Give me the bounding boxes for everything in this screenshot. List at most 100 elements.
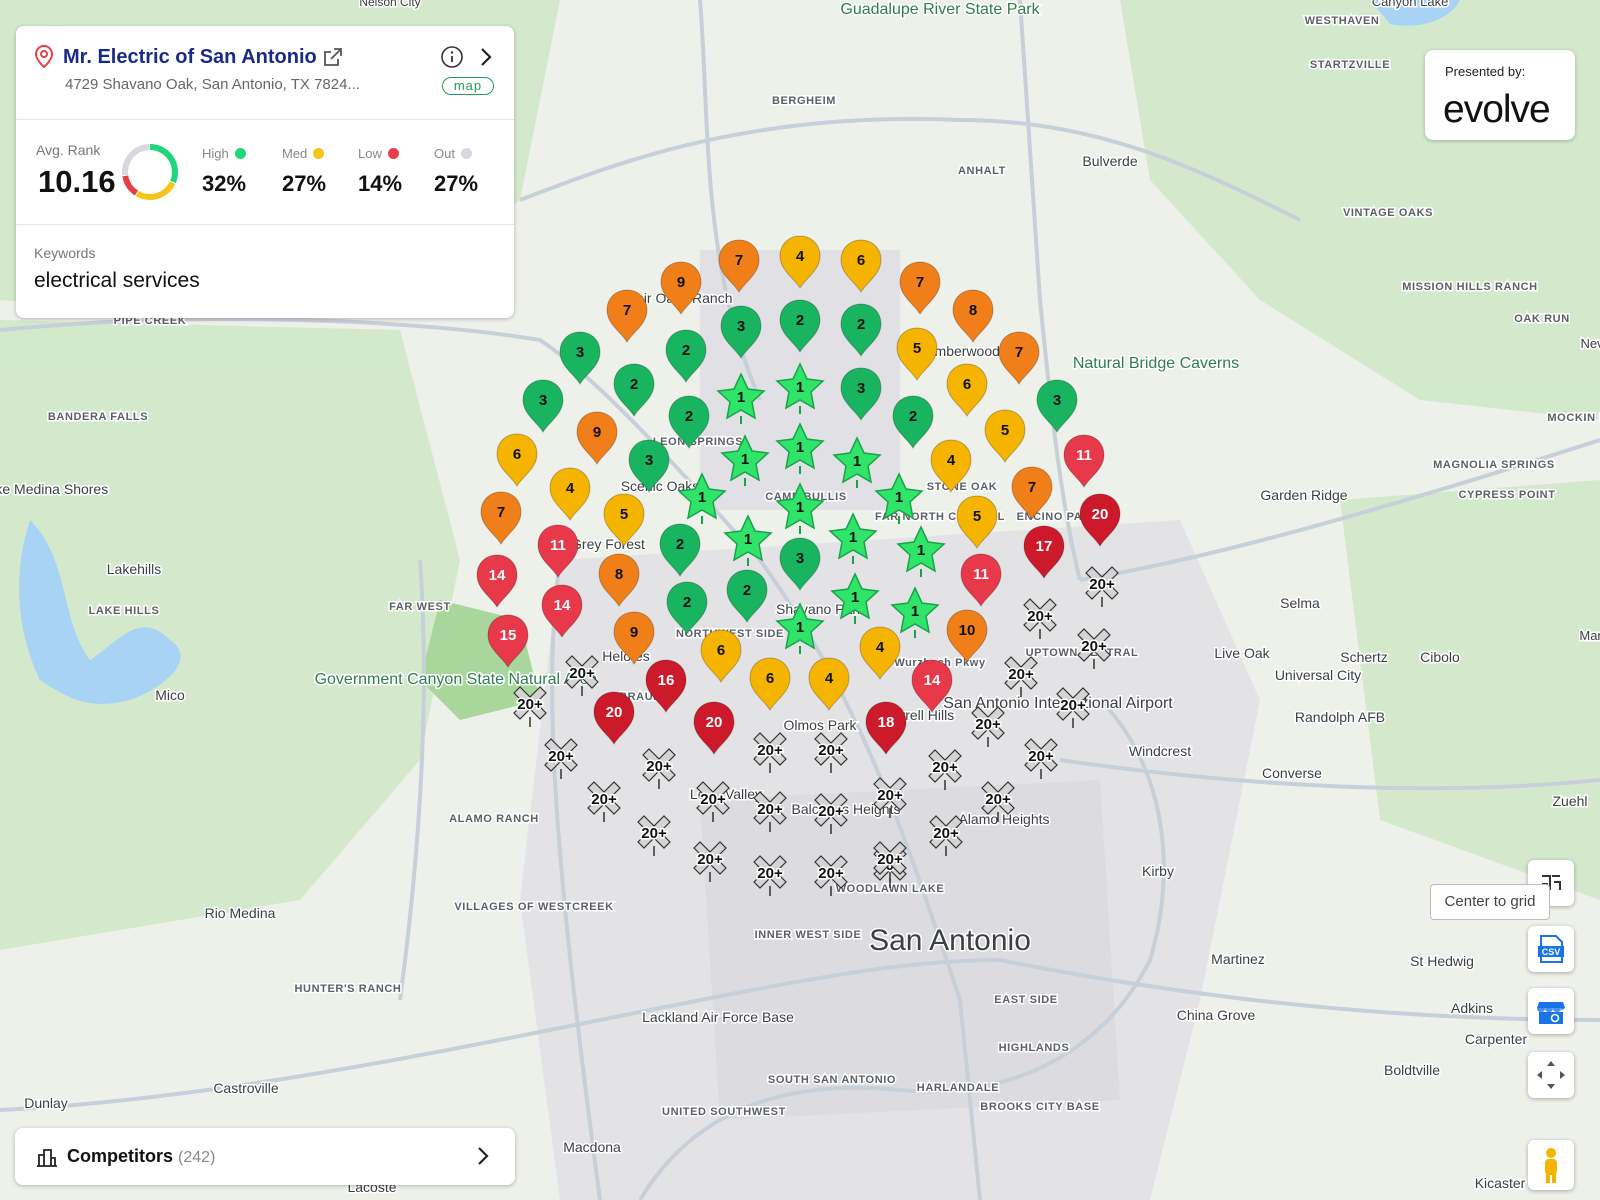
external-link-icon[interactable]	[322, 46, 344, 68]
sponsor-card[interactable]: Presented by: evolve	[1425, 50, 1575, 140]
rank-marker[interactable]: 2	[779, 299, 821, 353]
rank-marker[interactable]: 2	[613, 363, 655, 417]
rank-marker[interactable]: 20+	[1004, 656, 1038, 697]
rank-marker[interactable]: 1	[775, 422, 825, 474]
rank-marker[interactable]: 3	[522, 379, 564, 433]
rank-marker[interactable]: 20+	[1023, 598, 1057, 639]
rank-marker[interactable]: 20+	[814, 855, 848, 896]
rank-marker[interactable]: 20+	[587, 781, 621, 822]
rank-marker[interactable]: 5	[956, 495, 998, 549]
rank-marker[interactable]: 3	[1036, 379, 1078, 433]
rank-marker[interactable]: 7	[718, 239, 760, 293]
rank-marker[interactable]: 15	[487, 614, 529, 668]
rank-marker[interactable]: 11	[1063, 434, 1105, 488]
rank-marker[interactable]: 9	[660, 261, 702, 315]
rank-marker[interactable]: 20+	[696, 781, 730, 822]
rank-marker[interactable]: 20+	[814, 793, 848, 834]
competitors-bar[interactable]: Competitors (242)	[15, 1128, 515, 1185]
rank-marker[interactable]: 20+	[753, 791, 787, 832]
rank-marker[interactable]: 6	[496, 433, 538, 487]
fullscreen-button[interactable]	[1528, 1052, 1574, 1098]
rank-marker[interactable]: 20+	[1077, 628, 1111, 669]
google-business-button[interactable]	[1528, 988, 1574, 1034]
rank-marker[interactable]: 1	[716, 372, 766, 424]
rank-marker[interactable]: 7	[899, 261, 941, 315]
rank-marker[interactable]: 6	[749, 657, 791, 711]
export-csv-button[interactable]: CSV	[1528, 926, 1574, 972]
rank-marker[interactable]: 2	[840, 303, 882, 357]
rank-marker[interactable]: 6	[946, 363, 988, 417]
rank-marker[interactable]: 2	[659, 523, 701, 577]
rank-marker[interactable]: 1	[832, 436, 882, 488]
rank-marker[interactable]: 2	[726, 569, 768, 623]
rank-marker[interactable]: 1	[830, 572, 880, 624]
rank-marker[interactable]: 3	[720, 305, 762, 359]
rank-marker[interactable]: 20+	[1085, 566, 1119, 607]
rank-marker[interactable]: 5	[896, 327, 938, 381]
rank-marker[interactable]: 20+	[544, 738, 578, 779]
rank-marker[interactable]: 20+	[1056, 687, 1090, 728]
rank-marker[interactable]: 2	[665, 329, 707, 383]
rank-marker[interactable]: 20+	[637, 815, 671, 856]
rank-marker[interactable]: 20+	[642, 748, 676, 789]
rank-marker[interactable]: 7	[998, 331, 1040, 385]
rank-marker[interactable]: 1	[775, 602, 825, 654]
rank-marker[interactable]: 20+	[753, 732, 787, 773]
rank-marker[interactable]: 20+	[565, 655, 599, 696]
rank-marker[interactable]: 20+	[513, 686, 547, 727]
rank-marker[interactable]: 10	[946, 609, 988, 663]
rank-marker[interactable]: 6	[840, 239, 882, 293]
rank-marker[interactable]: 9	[613, 611, 655, 665]
rank-marker[interactable]: 20	[593, 691, 635, 745]
rank-marker[interactable]: 8	[952, 289, 994, 343]
rank-marker[interactable]: 20+	[1024, 738, 1058, 779]
rank-marker[interactable]: 14	[476, 554, 518, 608]
street-view-pegman[interactable]	[1528, 1140, 1574, 1190]
rank-marker[interactable]: 4	[808, 657, 850, 711]
map-badge[interactable]: map	[442, 77, 494, 95]
rank-marker[interactable]: 3	[628, 439, 670, 493]
rank-marker[interactable]: 5	[984, 409, 1026, 463]
rank-marker[interactable]: 3	[840, 367, 882, 421]
rank-marker[interactable]: 7	[606, 289, 648, 343]
rank-marker[interactable]: 2	[666, 581, 708, 635]
rank-marker[interactable]: 20+	[693, 841, 727, 882]
rank-marker[interactable]: 4	[930, 439, 972, 493]
rank-marker[interactable]: 7	[480, 491, 522, 545]
rank-marker[interactable]: 1	[775, 362, 825, 414]
rank-marker[interactable]: 1	[677, 472, 727, 524]
rank-marker[interactable]: 18	[865, 701, 907, 755]
rank-marker[interactable]: 9	[576, 411, 618, 465]
rank-marker[interactable]: 20	[693, 701, 735, 755]
rank-marker[interactable]: 11	[537, 524, 579, 578]
chevron-right-icon[interactable]	[476, 46, 496, 68]
rank-marker[interactable]: 16	[645, 659, 687, 713]
rank-marker[interactable]: 20+	[981, 781, 1015, 822]
rank-marker[interactable]: 14	[541, 584, 583, 638]
rank-marker[interactable]: 20+	[753, 855, 787, 896]
rank-marker[interactable]: 4	[859, 626, 901, 680]
rank-marker[interactable]: 2	[892, 395, 934, 449]
rank-marker[interactable]: 20+	[814, 732, 848, 773]
rank-marker[interactable]: 3	[559, 331, 601, 385]
business-name-link[interactable]: Mr. Electric of San Antonio	[63, 46, 317, 69]
rank-marker[interactable]: 11	[960, 553, 1002, 607]
rank-marker[interactable]: 2	[668, 395, 710, 449]
rank-marker[interactable]: 4	[779, 235, 821, 289]
rank-marker[interactable]: 17	[1023, 525, 1065, 579]
rank-marker[interactable]: 8	[598, 553, 640, 607]
chevron-right-icon[interactable]	[473, 1145, 493, 1167]
rank-marker[interactable]: 20+	[873, 777, 907, 818]
rank-marker[interactable]: 20+	[929, 815, 963, 856]
rank-marker[interactable]: 1	[720, 434, 770, 486]
rank-marker[interactable]: 5	[603, 493, 645, 547]
rank-marker[interactable]: 1	[890, 586, 940, 638]
rank-marker[interactable]: 1	[723, 514, 773, 566]
rank-marker[interactable]: 20	[1079, 493, 1121, 547]
rank-marker[interactable]: 14	[911, 659, 953, 713]
rank-marker[interactable]: 1	[896, 525, 946, 577]
rank-marker[interactable]: 20+	[928, 749, 962, 790]
rank-marker[interactable]: 1	[874, 472, 924, 524]
rank-marker[interactable]: 4	[549, 467, 591, 521]
info-icon[interactable]	[440, 45, 464, 69]
